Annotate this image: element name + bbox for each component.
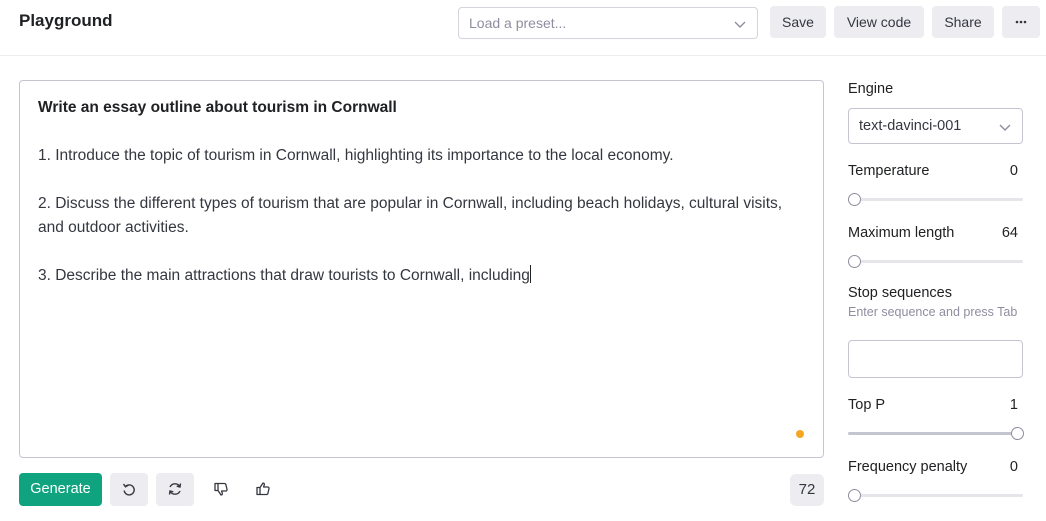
status-indicator — [796, 430, 804, 438]
max-length-value: 64 — [1001, 225, 1018, 241]
preset-placeholder: Load a preset... — [469, 15, 567, 31]
prompt-text: Write an essay outline about tourism in … — [38, 99, 397, 116]
top-p-slider-fill — [848, 432, 1023, 435]
temperature-label: Temperature — [848, 163, 930, 179]
view-code-button[interactable]: View code — [834, 6, 924, 38]
token-count-badge: 72 — [790, 474, 824, 506]
thumbs-down-icon — [214, 482, 228, 496]
top-p-slider[interactable] — [848, 427, 1024, 440]
stop-sequences-hint: Enter sequence and press Tab — [848, 305, 1018, 319]
editor-content[interactable]: Write an essay outline about tourism in … — [38, 96, 808, 312]
engine-select[interactable]: text-davinci-001 — [848, 108, 1023, 144]
engine-label: Engine — [848, 81, 894, 97]
temperature-slider-thumb[interactable] — [848, 193, 861, 206]
preset-select[interactable]: Load a preset... — [458, 7, 758, 39]
temperature-slider[interactable] — [848, 193, 1023, 206]
temperature-value: 0 — [1009, 163, 1018, 179]
engine-value: text-davinci-001 — [859, 118, 962, 134]
chevron-down-icon — [999, 124, 1011, 131]
completion-paragraph-3-text: 3. Describe the main attractions that dr… — [38, 267, 530, 284]
regenerate-button[interactable] — [156, 473, 194, 506]
more-icon — [1015, 20, 1027, 24]
text-cursor — [529, 265, 531, 283]
thumbs-up-icon — [256, 482, 270, 496]
completion-paragraph-2: 2. Discuss the different types of touris… — [38, 195, 783, 236]
top-p-label: Top P — [848, 397, 886, 413]
page-title: Playground — [19, 11, 113, 30]
top-p-slider-thumb[interactable] — [1011, 427, 1024, 440]
top-bar: Playground Load a preset... Save View co… — [0, 0, 1046, 56]
prompt-editor[interactable]: Write an essay outline about tourism in … — [19, 80, 824, 458]
share-button[interactable]: Share — [932, 6, 994, 38]
top-p-value: 1 — [1009, 397, 1018, 413]
generate-button[interactable]: Generate — [19, 473, 102, 506]
undo-icon — [122, 483, 135, 496]
chevron-down-icon — [734, 21, 746, 28]
undo-button[interactable] — [110, 473, 148, 506]
thumbs-up-button[interactable] — [244, 473, 282, 506]
regenerate-icon — [168, 483, 182, 495]
frequency-penalty-label: Frequency penalty — [848, 459, 968, 475]
completion-paragraph-1: 1. Introduce the topic of tourism in Cor… — [38, 147, 674, 164]
frequency-penalty-slider-thumb[interactable] — [848, 489, 861, 502]
thumbs-down-button[interactable] — [202, 473, 240, 506]
completion-paragraph-3: 3. Describe the main attractions that dr… — [38, 264, 808, 288]
max-length-label: Maximum length — [848, 225, 955, 241]
max-length-slider[interactable] — [848, 255, 1023, 268]
max-length-slider-thumb[interactable] — [848, 255, 861, 268]
frequency-penalty-value: 0 — [1009, 459, 1018, 475]
more-options-button[interactable] — [1002, 6, 1040, 38]
frequency-penalty-slider[interactable] — [848, 489, 1023, 502]
stop-sequences-input[interactable] — [848, 340, 1023, 378]
save-button[interactable]: Save — [770, 6, 826, 38]
stop-sequences-label: Stop sequences — [848, 285, 952, 301]
